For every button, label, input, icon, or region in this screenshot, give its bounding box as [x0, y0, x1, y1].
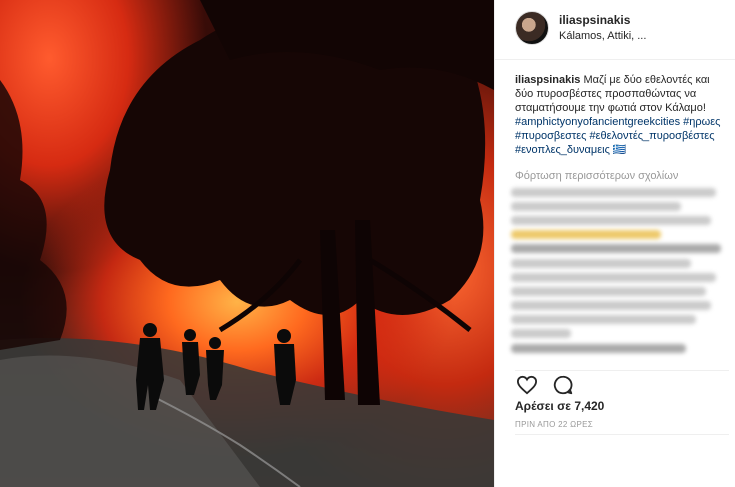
- blurred-comments: [511, 188, 729, 358]
- post-header: iliaspsinakis Kálamos, Attiki, ...: [495, 0, 735, 60]
- divider: [515, 434, 729, 435]
- post-caption: iliaspsinakis Μαζί με δύο εθελοντές και …: [515, 73, 729, 157]
- avatar[interactable]: [515, 11, 549, 45]
- comment-icon[interactable]: [551, 373, 575, 397]
- load-more-comments-link[interactable]: Φόρτωση περισσότερων σχολίων: [515, 170, 678, 182]
- heart-icon[interactable]: [515, 373, 539, 397]
- caption-hashtags[interactable]: #amphictyonyofancientgreekcities #ηρωες …: [515, 116, 720, 156]
- fire-scene-illustration: [0, 0, 494, 487]
- post-side-panel: iliaspsinakis Kálamos, Attiki, ... ilias…: [494, 0, 735, 487]
- caption-username[interactable]: iliaspsinakis: [515, 74, 580, 86]
- post-photo[interactable]: [0, 0, 494, 487]
- post-location[interactable]: Kálamos, Attiki, ...: [559, 30, 646, 42]
- post-timestamp: ΠΡΙΝ ΑΠΟ 22 ΩΡΕΣ: [515, 420, 593, 429]
- like-count[interactable]: Αρέσει σε 7,420: [515, 399, 604, 413]
- action-bar: [515, 370, 729, 400]
- header-username[interactable]: iliaspsinakis: [559, 13, 646, 27]
